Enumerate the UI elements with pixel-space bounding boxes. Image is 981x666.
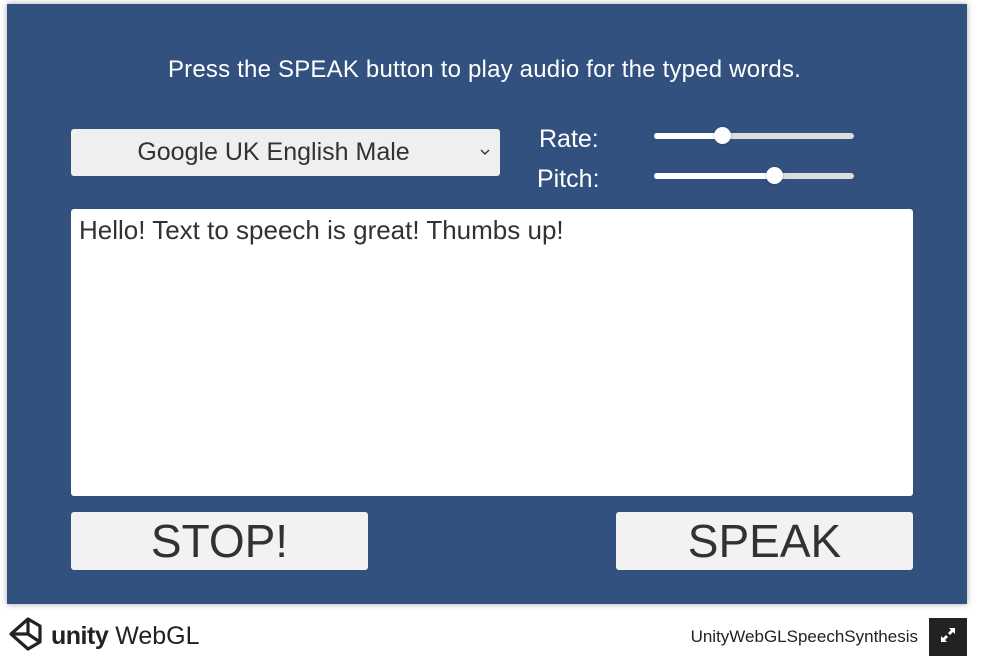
rate-label: Rate: — [539, 125, 599, 153]
rate-slider-fill — [654, 133, 722, 139]
fullscreen-icon — [939, 626, 957, 649]
stop-button[interactable]: STOP! — [71, 512, 368, 570]
rate-slider-handle[interactable] — [714, 127, 731, 144]
webgl-logo-text: WebGL — [115, 621, 200, 650]
pitch-slider-handle[interactable] — [766, 167, 783, 184]
instructions-text: Press the SPEAK button to play audio for… — [167, 56, 802, 83]
voice-dropdown-label: Google UK English Male — [137, 138, 410, 166]
pitch-slider[interactable] — [654, 165, 854, 187]
unity-webgl-logo: unity WebGL — [7, 616, 200, 656]
voice-dropdown[interactable]: Google UK English Male — [71, 129, 500, 176]
rate-slider[interactable] — [654, 125, 854, 147]
unity-logo-icon — [7, 615, 45, 658]
chevron-down-icon — [480, 143, 490, 159]
speak-button[interactable]: SPEAK — [616, 512, 913, 570]
unity-logo-text: unity — [51, 621, 109, 650]
fullscreen-button[interactable] — [929, 618, 967, 656]
speech-text-input[interactable]: Hello! Text to speech is great! Thumbs u… — [71, 209, 913, 496]
unity-canvas[interactable]: Press the SPEAK button to play audio for… — [7, 4, 967, 604]
project-title: UnityWebGLSpeechSynthesis — [690, 627, 918, 646]
pitch-label: Pitch: — [537, 165, 600, 193]
pitch-slider-fill — [654, 173, 774, 179]
